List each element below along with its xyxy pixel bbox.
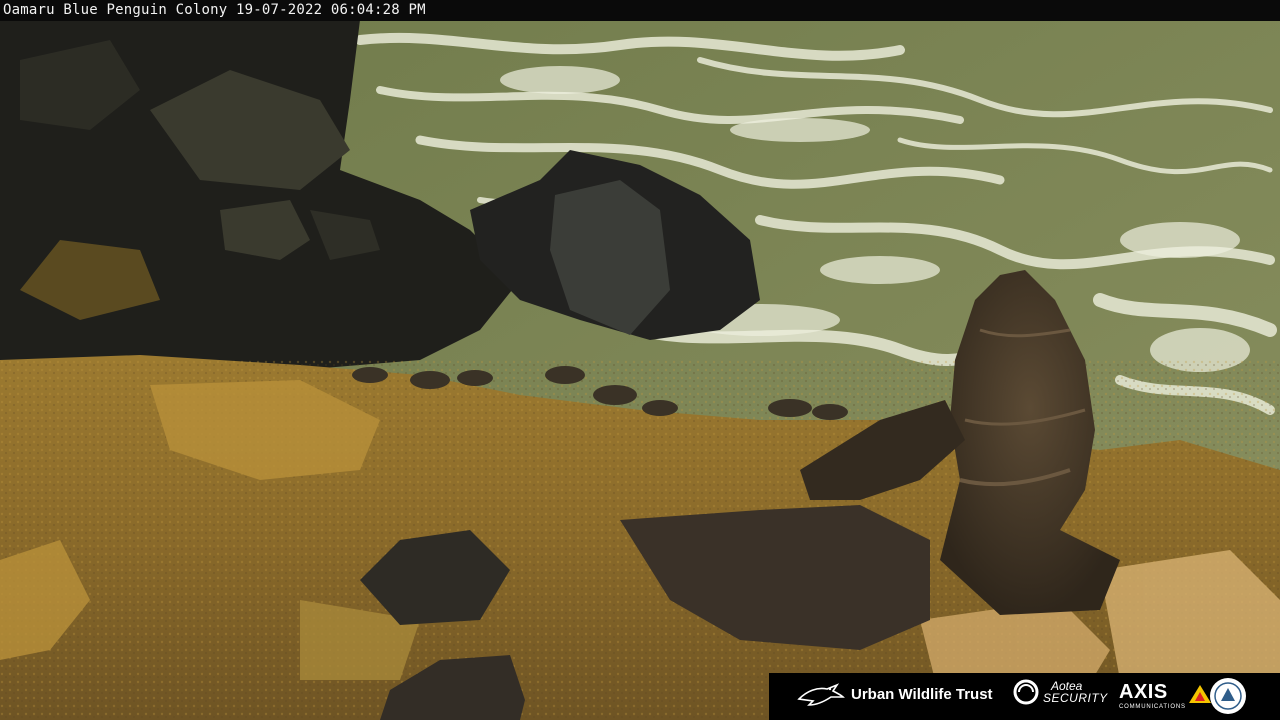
aotea-line2: SECURITY bbox=[1043, 691, 1108, 705]
urban-wildlife-trust-logo: Urban Wildlife Trust bbox=[797, 681, 993, 707]
axis-line1: AXIS bbox=[1119, 681, 1168, 703]
camera-overlay-bar: Oamaru Blue Penguin Colony 19-07-2022 06… bbox=[0, 0, 1280, 21]
seal-emblem-icon bbox=[1210, 678, 1246, 714]
doc-seal-logo bbox=[1209, 677, 1247, 719]
axis-communications-logo: AXIS COMMUNICATIONS bbox=[1119, 682, 1212, 712]
webcam-scene bbox=[0, 0, 1280, 720]
sponsor-bar: Urban Wildlife Trust Aotea SECURITY AXIS… bbox=[769, 673, 1280, 720]
urban-wildlife-trust-label: Urban Wildlife Trust bbox=[851, 685, 993, 703]
aotea-security-logo: Aotea SECURITY bbox=[1013, 679, 1108, 705]
aotea-swirl-icon bbox=[1013, 679, 1039, 705]
bird-icon bbox=[797, 683, 845, 706]
axis-line2: COMMUNICATIONS bbox=[1119, 704, 1186, 710]
camera-label: Oamaru Blue Penguin Colony 19-07-2022 06… bbox=[3, 2, 426, 18]
